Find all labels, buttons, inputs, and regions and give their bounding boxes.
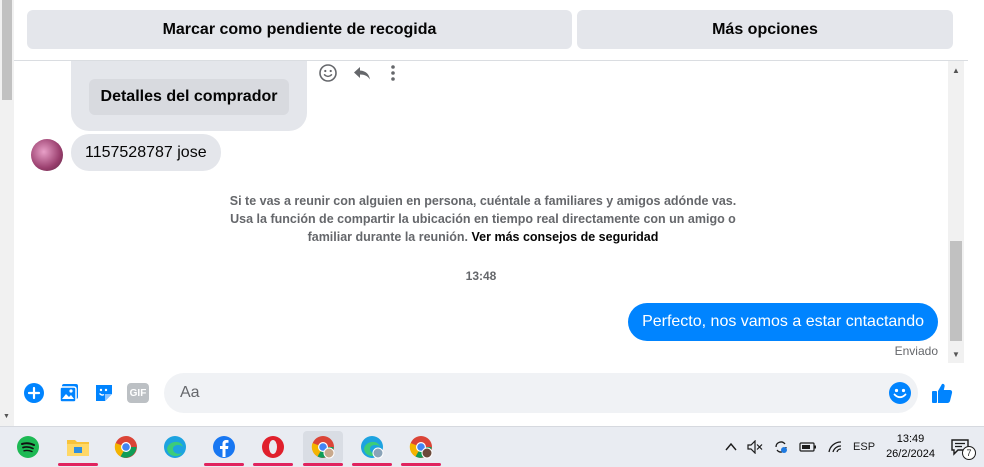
buyer-details-button[interactable]: Detalles del comprador <box>89 79 289 115</box>
chat-scrollbar-thumb[interactable] <box>950 241 962 341</box>
outgoing-message: Perfecto, nos vamos a estar cntactando <box>628 303 938 341</box>
more-vertical-icon[interactable] <box>386 63 400 83</box>
scroll-down-arrow-icon[interactable]: ▼ <box>3 413 10 420</box>
chrome-icon[interactable] <box>106 431 146 463</box>
file-explorer-icon[interactable] <box>58 431 98 466</box>
chrome-profile-2-icon[interactable] <box>401 431 441 466</box>
page-scrollbar[interactable]: ▼ <box>0 0 14 426</box>
emoji-icon[interactable] <box>888 381 912 410</box>
spotify-icon[interactable] <box>8 431 48 463</box>
message-input[interactable] <box>178 383 862 403</box>
chat-scrollbar[interactable]: ▲ ▼ <box>948 61 964 363</box>
chevron-up-icon[interactable] <box>725 442 737 452</box>
message-input-box[interactable] <box>164 373 918 413</box>
sync-icon[interactable] <box>773 439 789 455</box>
like-icon[interactable] <box>930 381 954 405</box>
language-indicator[interactable]: ESP <box>853 441 875 453</box>
react-emoji-icon[interactable] <box>318 63 338 83</box>
page-scrollbar-thumb[interactable] <box>2 0 12 100</box>
windows-taskbar: ESP 13:49 26/2/2024 7 <box>0 426 984 467</box>
plus-circle-icon[interactable] <box>22 381 46 405</box>
listing-card-bubble: Detalles del comprador <box>71 61 307 131</box>
battery-icon[interactable] <box>799 441 817 453</box>
notifications-icon[interactable]: 7 <box>950 438 976 460</box>
edge-icon[interactable] <box>155 431 195 463</box>
photo-icon[interactable] <box>57 381 81 405</box>
gif-label: GIF <box>127 383 149 403</box>
clock-time: 13:49 <box>896 433 925 445</box>
chrome-profile-icon[interactable] <box>303 431 343 466</box>
conversation-thread: Detalles del comprador 1157528787 jose S… <box>14 61 948 363</box>
safety-tips-link[interactable]: Ver más consejos de seguridad <box>472 230 659 244</box>
incoming-message: 1157528787 jose <box>71 134 221 171</box>
edge-profile-icon[interactable] <box>352 431 392 466</box>
scroll-down-arrow-icon[interactable]: ▼ <box>952 350 960 359</box>
speaker-muted-icon[interactable] <box>747 440 763 454</box>
safety-notice: Si te vas a reunir con alguien en person… <box>228 192 738 246</box>
sent-status: Enviado <box>894 344 938 358</box>
message-composer: GIF <box>14 363 968 426</box>
notification-count-badge: 7 <box>962 446 976 460</box>
message-timestamp: 13:48 <box>465 269 497 283</box>
opera-icon[interactable] <box>253 431 293 466</box>
message-actions <box>318 63 400 83</box>
buyer-avatar[interactable] <box>31 139 63 171</box>
scroll-up-arrow-icon[interactable]: ▲ <box>952 66 960 75</box>
mark-pending-pickup-button[interactable]: Marcar como pendiente de recogida <box>27 10 572 49</box>
incoming-message-text: 1157528787 jose <box>85 143 207 161</box>
system-clock[interactable]: 13:49 26/2/2024 <box>886 432 935 462</box>
wifi-icon[interactable] <box>827 440 843 454</box>
facebook-icon[interactable] <box>204 431 244 466</box>
reply-icon[interactable] <box>352 63 372 83</box>
clock-date: 26/2/2024 <box>886 448 935 460</box>
more-options-button[interactable]: Más opciones <box>577 10 953 49</box>
listing-actions-bar: Marcar como pendiente de recogida Más op… <box>14 0 968 60</box>
system-tray: ESP 13:49 26/2/2024 7 <box>720 427 984 467</box>
sticker-icon[interactable] <box>92 381 116 405</box>
outgoing-message-text: Perfecto, nos vamos a estar cntactando <box>642 313 924 330</box>
gif-icon[interactable]: GIF <box>126 381 150 405</box>
